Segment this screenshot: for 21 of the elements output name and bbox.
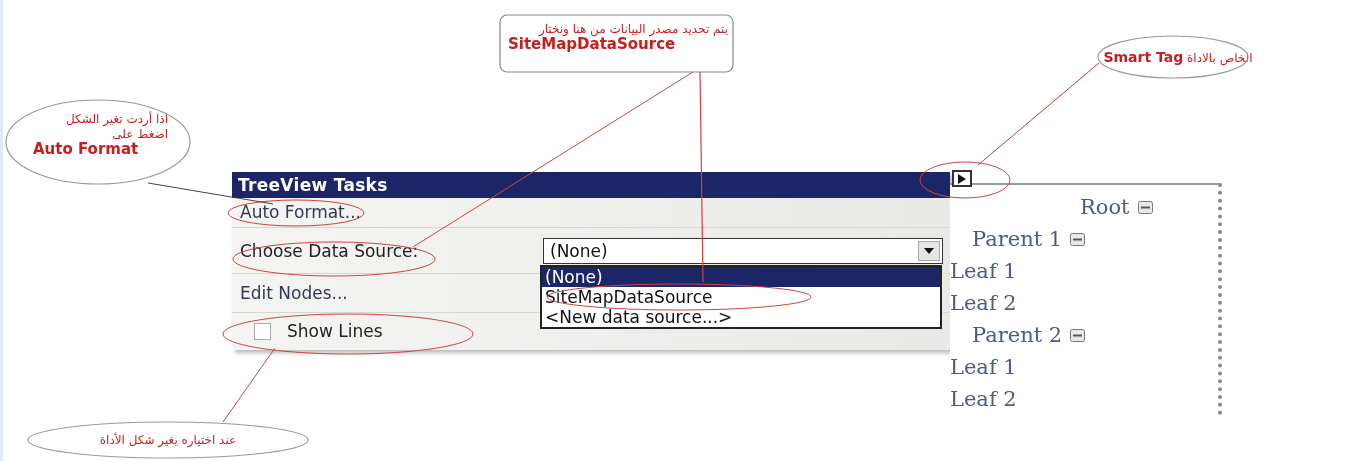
tree-node[interactable]: Leaf 1	[950, 255, 1218, 287]
tree-node[interactable]: Root	[950, 191, 1218, 223]
tree-node[interactable]: Leaf 2	[950, 383, 1218, 415]
collapse-icon[interactable]	[1137, 200, 1153, 214]
task-link[interactable]: Edit Nodes...	[240, 282, 348, 303]
callout-text: عند اختياره يغير شكل الأداة	[98, 433, 238, 448]
tree-node[interactable]: Parent 1	[950, 223, 1218, 255]
task-link[interactable]: Auto Format...	[240, 202, 361, 223]
checkbox-label: Show Lines	[287, 321, 383, 342]
tree-node[interactable]: Parent 2	[950, 319, 1218, 351]
panel-title: TreeView Tasks	[232, 172, 950, 198]
smart-tag-button[interactable]	[952, 170, 972, 187]
triangle-icon	[958, 173, 966, 184]
collapse-icon[interactable]	[1070, 232, 1086, 246]
caret-icon	[924, 247, 934, 254]
tree-node[interactable]: Leaf 2	[950, 287, 1218, 319]
collapse-icon[interactable]	[1070, 328, 1086, 342]
dropdown-option[interactable]: (None)	[542, 266, 940, 287]
field-label: Choose Data Source:	[240, 240, 419, 261]
tree-node[interactable]: Leaf 1	[950, 351, 1218, 383]
checkbox[interactable]	[254, 322, 271, 340]
